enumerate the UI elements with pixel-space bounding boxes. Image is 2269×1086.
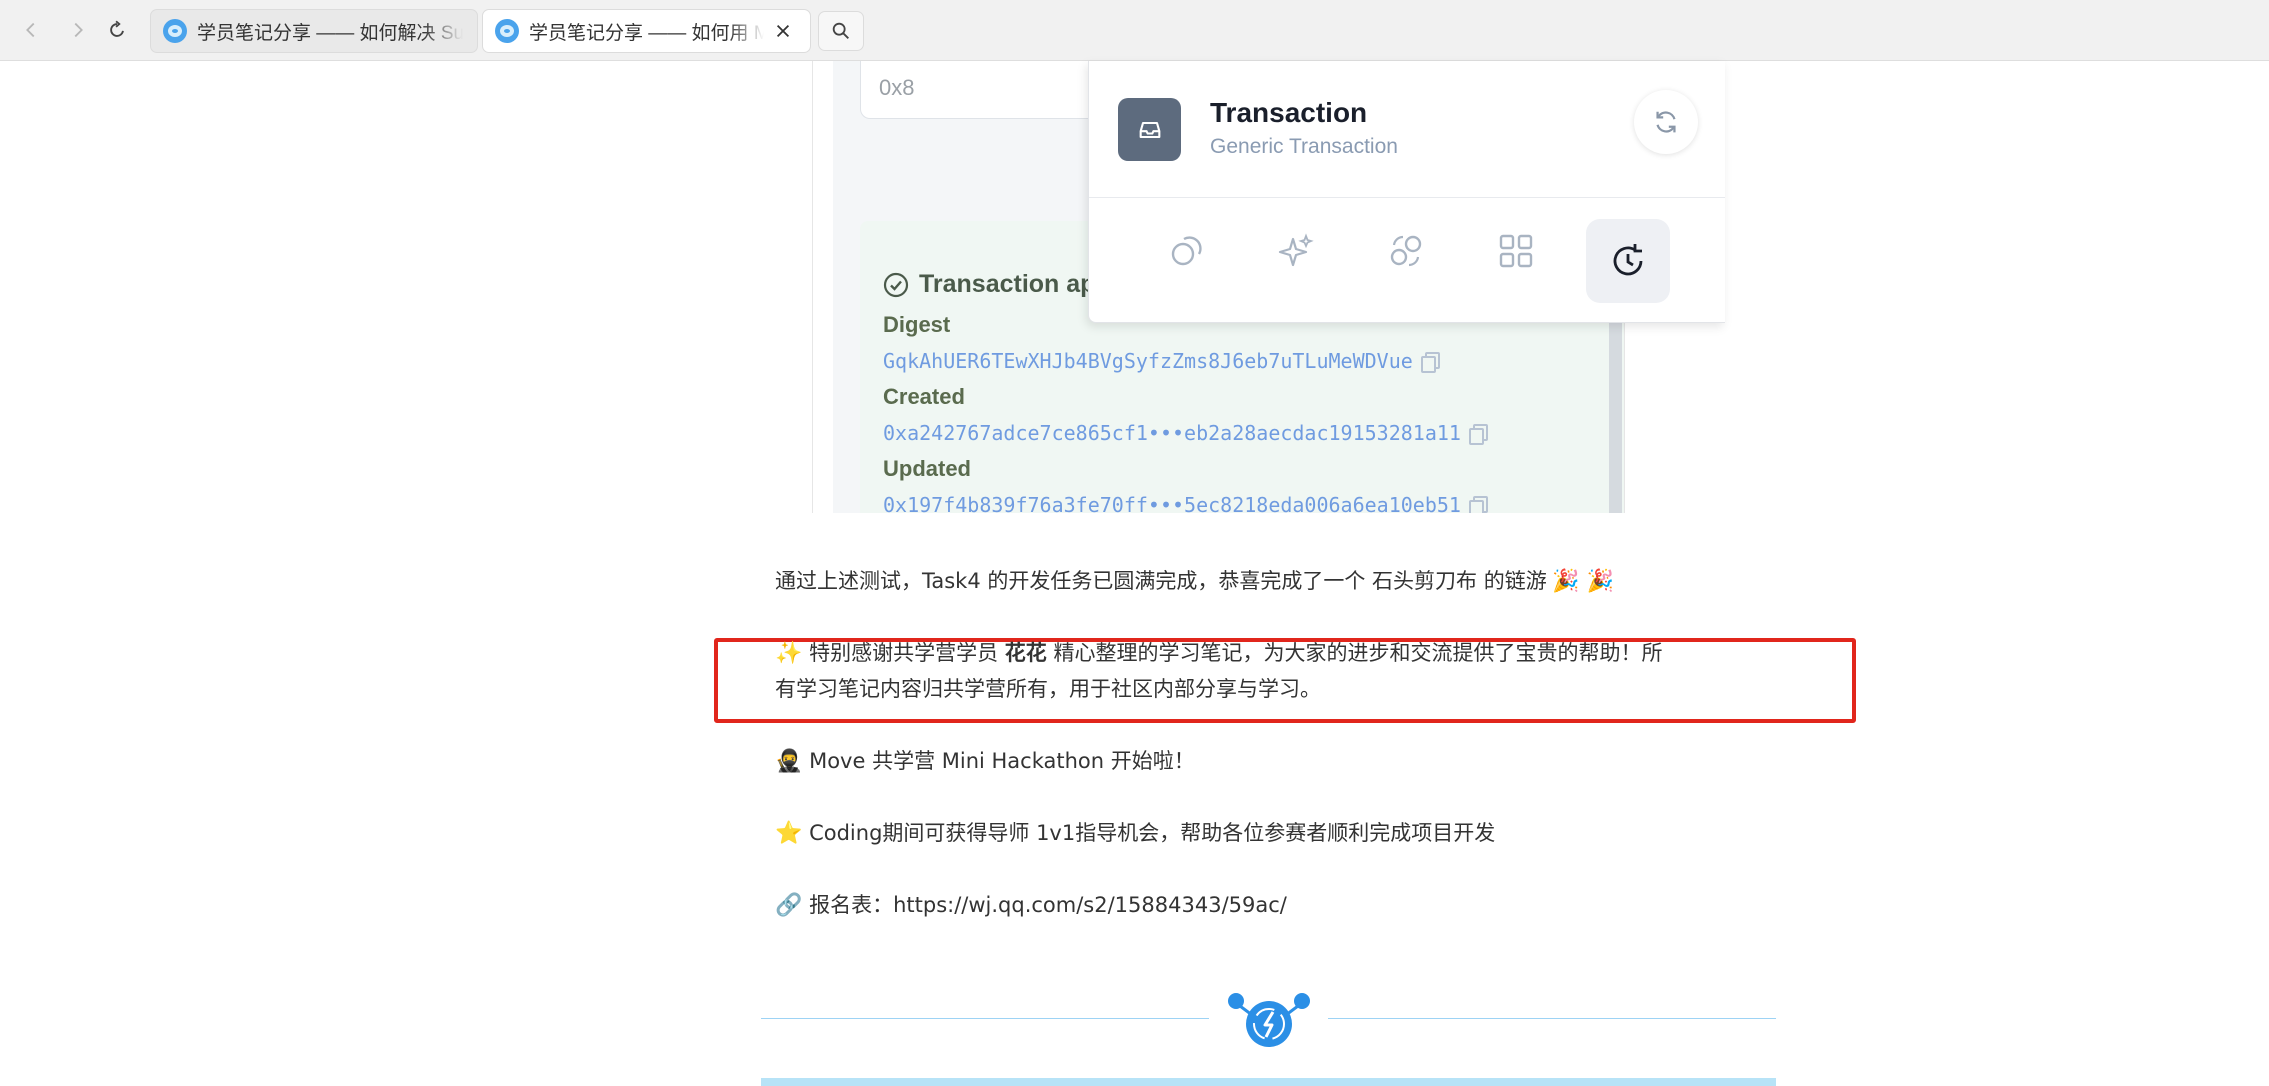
transaction-result-title: Transaction ap bbox=[883, 270, 1095, 299]
paragraph-text: Coding期间可获得导师 1v1指导机会，帮助各位参赛者顺利完成项目开发 bbox=[802, 821, 1496, 845]
digest-value: GqkAhUER6TEwXHJb4BVgSyfzZms8J6eb7uTLuMeW… bbox=[883, 349, 1440, 373]
forward-icon[interactable] bbox=[62, 14, 94, 46]
back-icon[interactable] bbox=[15, 14, 47, 46]
paragraph-text: 通过上述测试，Task4 的开发任务已圆满完成，恭喜完成了一个 石头剪刀布 的链… bbox=[775, 569, 1547, 593]
tab-active[interactable]: 学员笔记分享 —— 如何用 Move 开发 bbox=[482, 9, 811, 53]
tab-title: 学员笔记分享 —— 如何解决 Sui 钱包 bbox=[197, 22, 463, 44]
paragraph-thanks-line2: 有学习笔记内容归共学营所有，用于社区内部分享与学习。 bbox=[775, 671, 1321, 707]
created-label: Created bbox=[883, 384, 965, 409]
divider-left bbox=[761, 1018, 1209, 1019]
browser-toolbar: 学员笔记分享 —— 如何解决 Sui 钱包 学员笔记分享 —— 如何用 Move… bbox=[0, 0, 2269, 61]
wallet-subtitle: Generic Transaction bbox=[1210, 135, 1398, 158]
check-circle-icon bbox=[883, 272, 909, 297]
student-name: 花花 bbox=[1004, 641, 1047, 665]
brand-logo-icon bbox=[1228, 993, 1310, 1047]
paragraph-thanks: ✨ 特别感谢共学营学员 花花 精心整理的学习笔记，为大家的进步和交流提供了宝贵的… bbox=[775, 635, 1662, 672]
updated-value: 0x197f4b839f76a3fe70ff•••5ec8218eda006a6… bbox=[883, 493, 1488, 513]
wallet-title: Transaction bbox=[1210, 97, 1368, 128]
digest-hash: GqkAhUER6TEwXHJb4BVgSyfzZms8J6eb7uTLuMeW… bbox=[883, 349, 1413, 373]
paragraph-hackathon: 🥷 Move 共学营 Mini Hackathon 开始啦！ bbox=[775, 743, 1195, 780]
created-value: 0xa242767adce7ce865cf1•••eb2a28aecdac191… bbox=[883, 421, 1488, 445]
star-emoji-icon: ⭐ bbox=[775, 821, 803, 846]
updated-object-id: 0x197f4b839f76a3fe70ff•••5ec8218eda006a6… bbox=[883, 493, 1461, 513]
link-emoji-icon: 🔗 bbox=[775, 893, 803, 918]
site-favicon-icon bbox=[163, 19, 187, 43]
paragraph-text: Move 共学营 Mini Hackathon 开始啦！ bbox=[802, 749, 1195, 773]
history-icon bbox=[1586, 219, 1670, 303]
thanks-text-post: 精心整理的学习笔记，为大家的进步和交流提供了宝贵的帮助！所 bbox=[1046, 641, 1663, 665]
sparkles-icon bbox=[1264, 219, 1328, 283]
tab-search-button[interactable] bbox=[818, 11, 864, 51]
tab-inactive[interactable]: 学员笔记分享 —— 如何解决 Sui 钱包 bbox=[150, 9, 478, 53]
divider-right bbox=[1328, 1018, 1776, 1019]
copy-icon bbox=[1468, 496, 1488, 513]
wallet-divider bbox=[1089, 197, 1725, 198]
updated-label: Updated bbox=[883, 456, 971, 481]
tab-title: 学员笔记分享 —— 如何用 Move 开发 bbox=[529, 22, 764, 44]
reload-icon[interactable] bbox=[101, 14, 133, 46]
bottom-banner-edge bbox=[761, 1078, 1776, 1086]
thanks-text-pre: 特别感谢共学营学员 bbox=[802, 641, 1005, 665]
digest-label: Digest bbox=[883, 312, 951, 337]
ninja-emoji-icon: 🥷 bbox=[775, 749, 803, 774]
sparkles-emoji-icon: ✨ bbox=[775, 641, 803, 666]
refresh-icon bbox=[1634, 90, 1698, 154]
inbox-icon bbox=[1118, 98, 1181, 161]
copy-icon bbox=[1420, 352, 1440, 373]
close-tab-icon[interactable] bbox=[770, 18, 796, 44]
site-favicon-icon bbox=[495, 19, 519, 43]
signup-link[interactable]: 报名表：https://wj.qq.com/s2/15884343/59ac/ bbox=[802, 893, 1287, 917]
copy-icon bbox=[1468, 424, 1488, 445]
paragraph-text: 有学习笔记内容归共学营所有，用于社区内部分享与学习。 bbox=[775, 677, 1321, 701]
result-title-text: Transaction ap bbox=[919, 270, 1096, 298]
created-object-id: 0xa242767adce7ce865cf1•••eb2a28aecdac191… bbox=[883, 421, 1461, 445]
coins-icon bbox=[1155, 219, 1219, 283]
search-icon bbox=[832, 22, 849, 39]
paragraph-signup: 🔗 报名表：https://wj.qq.com/s2/15884343/59ac… bbox=[775, 887, 1287, 924]
party-popper-icon: 🎉 🎉 bbox=[1552, 569, 1614, 594]
paragraph-task-complete: 通过上述测试，Task4 的开发任务已圆满完成，恭喜完成了一个 石头剪刀布 的链… bbox=[775, 563, 1614, 600]
paragraph-mentor: ⭐ Coding期间可获得导师 1v1指导机会，帮助各位参赛者顺利完成项目开发 bbox=[775, 815, 1495, 852]
swap-icon bbox=[1374, 219, 1438, 283]
wallet-popup: Transaction Generic Transaction bbox=[1088, 61, 1725, 323]
grid-icon bbox=[1484, 219, 1548, 283]
